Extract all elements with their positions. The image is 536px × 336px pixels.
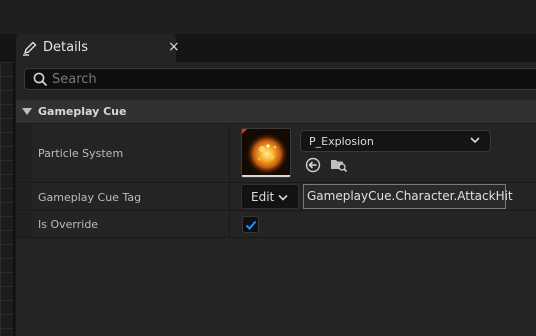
edit-tag-button[interactable]: Edit	[241, 184, 299, 209]
search-icon	[33, 72, 48, 87]
row-indent	[16, 212, 32, 237]
category-gameplay-cue[interactable]: Gameplay Cue	[16, 100, 536, 124]
asset-name: P_Explosion	[309, 135, 374, 148]
edit-label: Edit	[251, 190, 275, 204]
chevron-down-icon	[470, 137, 480, 144]
viewport-edge	[0, 62, 14, 336]
browse-to-asset-icon[interactable]	[330, 157, 348, 173]
asset-type-marker	[242, 129, 247, 134]
gameplay-tag-value: GameplayCue.Character.AttackHit	[307, 189, 513, 203]
asset-picker-combo[interactable]: P_Explosion	[300, 130, 491, 152]
column-divider	[229, 212, 230, 237]
column-divider	[229, 125, 230, 182]
property-row-is-override: Is Override	[16, 212, 536, 238]
tab-title: Details	[43, 40, 89, 55]
gameplay-tag-field[interactable]: GameplayCue.Character.AttackHit	[303, 184, 513, 209]
expand-arrow-icon[interactable]	[22, 108, 32, 115]
close-icon[interactable]: ×	[168, 39, 180, 55]
column-divider	[229, 184, 230, 210]
row-indent	[16, 184, 32, 210]
is-override-checkbox[interactable]	[242, 216, 259, 233]
property-label: Particle System	[38, 147, 124, 160]
pencil-icon	[23, 41, 37, 56]
top-toolbar-strip	[0, 0, 536, 34]
details-tab[interactable]: Details ×	[16, 34, 180, 62]
asset-type-bar	[242, 175, 290, 177]
checkmark-icon	[245, 220, 257, 230]
chevron-down-icon	[278, 194, 288, 201]
search-box[interactable]	[24, 68, 536, 90]
property-label: Is Override	[38, 218, 99, 231]
category-label: Gameplay Cue	[38, 105, 127, 118]
search-input[interactable]	[52, 70, 522, 88]
use-selected-asset-icon[interactable]	[305, 157, 321, 173]
property-label: Gameplay Cue Tag	[38, 191, 142, 204]
explosion-particle-thumbnail	[242, 129, 290, 177]
asset-thumbnail[interactable]	[241, 128, 291, 178]
row-indent	[16, 125, 32, 182]
